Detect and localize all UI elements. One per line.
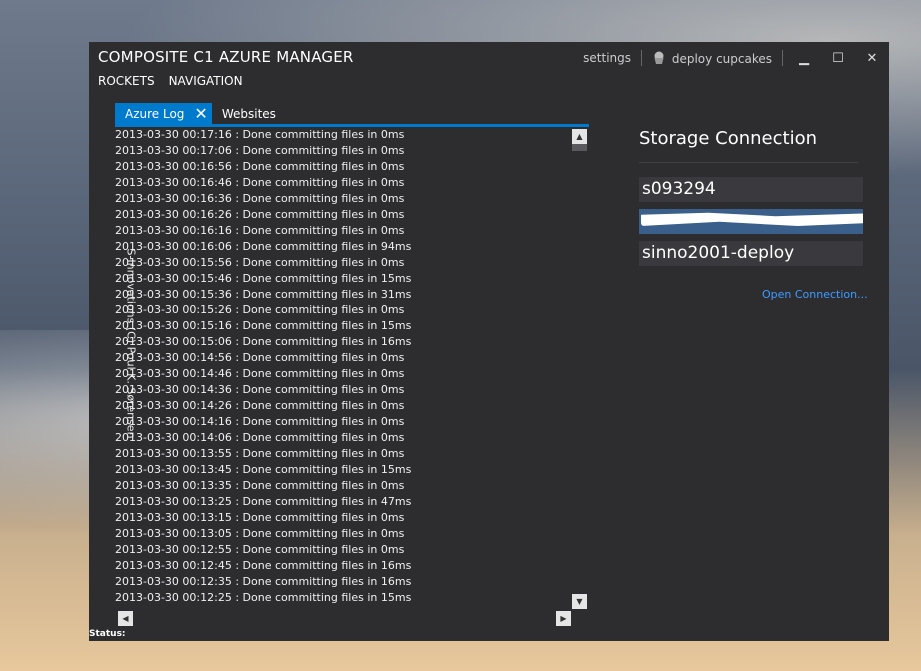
storage-connection-title: Storage Connection (639, 128, 817, 149)
log-entry: 2013-03-30 00:16:06 : Done committing fi… (115, 239, 412, 253)
tab-bar: Azure Log ✕ Websites (115, 103, 286, 124)
tab-azure-log[interactable]: Azure Log ✕ (115, 103, 212, 124)
container-field[interactable]: sinno2001-deploy (639, 241, 863, 266)
log-entry: 2013-03-30 00:12:55 : Done committing fi… (115, 542, 405, 556)
minimize-button[interactable]: ▁ (787, 51, 821, 66)
main-menu: ROCKETS NAVIGATION (98, 74, 243, 88)
settings-link[interactable]: settings (583, 51, 631, 65)
log-entry: 2013-03-30 00:14:56 : Done committing fi… (115, 351, 405, 365)
account-name-field[interactable]: s093294 (639, 177, 863, 202)
log-entry: 2013-03-30 00:13:05 : Done committing fi… (115, 526, 405, 540)
log-entry: 2013-03-30 00:15:16 : Done committing fi… (115, 319, 412, 333)
log-entry: 2013-03-30 00:16:26 : Done committing fi… (115, 207, 405, 221)
log-entry: 2013-03-30 00:15:26 : Done committing fi… (115, 303, 405, 317)
scroll-down-button[interactable]: ▼ (572, 594, 587, 609)
log-entry: 2013-03-30 00:16:46 : Done committing fi… (115, 175, 405, 189)
log-entry: 2013-03-30 00:13:55 : Done committing fi… (115, 447, 405, 461)
horizontal-scrollbar[interactable]: ◀ ▶ (115, 610, 571, 627)
log-entry: 2013-03-30 00:15:06 : Done committing fi… (115, 335, 412, 349)
log-list[interactable]: 2013-03-30 00:17:16 : Done committing fi… (115, 127, 570, 609)
log-entry: 2013-03-30 00:13:45 : Done committing fi… (115, 463, 412, 477)
close-tab-icon[interactable]: ✕ (194, 105, 207, 122)
deploy-cupcakes-label: deploy cupcakes (671, 51, 772, 66)
divider (639, 162, 858, 163)
log-entry: 2013-03-30 00:16:16 : Done committing fi… (115, 223, 405, 237)
log-entry: 2013-03-30 00:12:45 : Done committing fi… (115, 558, 412, 572)
log-entry: 2013-03-30 00:16:56 : Done committing fi… (115, 159, 405, 173)
log-entry: 2013-03-30 00:15:56 : Done committing fi… (115, 255, 405, 269)
divider (782, 50, 783, 66)
account-key-field[interactable] (639, 209, 863, 234)
log-entry: 2013-03-30 00:15:46 : Done committing fi… (115, 271, 412, 285)
menu-item-navigation[interactable]: NAVIGATION (169, 74, 243, 88)
app-title: COMPOSITE C1 AZURE MANAGER (98, 48, 354, 66)
status-label: Status: (89, 629, 126, 639)
log-entry: 2013-03-30 00:14:26 : Done committing fi… (115, 399, 405, 413)
window-controls: settings deploy cupcakes ▁ ☐ ✕ (577, 42, 889, 74)
scroll-up-button[interactable]: ▲ (572, 129, 587, 144)
log-entry: 2013-03-30 00:16:36 : Done committing fi… (115, 191, 405, 205)
log-entry: 2013-03-30 00:13:35 : Done committing fi… (115, 478, 405, 492)
log-entry: 2013-03-30 00:14:36 : Done committing fi… (115, 383, 405, 397)
vertical-scrollbar[interactable]: ▲ ▼ (571, 127, 588, 609)
log-entry: 2013-03-30 00:13:15 : Done committing fi… (115, 510, 405, 524)
log-entry: 2013-03-30 00:12:25 : Done committing fi… (115, 590, 412, 604)
log-entry: 2013-03-30 00:17:16 : Done committing fi… (115, 128, 405, 141)
log-entry: 2013-03-30 00:14:06 : Done committing fi… (115, 431, 405, 445)
cupcake-icon (654, 51, 664, 64)
close-button[interactable]: ✕ (855, 51, 889, 66)
tab-label: Azure Log (125, 106, 185, 121)
divider (641, 50, 643, 66)
scroll-left-button[interactable]: ◀ (118, 611, 133, 626)
scroll-right-button[interactable]: ▶ (556, 611, 571, 626)
log-entry: 2013-03-30 00:13:25 : Done committing fi… (115, 494, 412, 508)
log-entry: 2013-03-30 00:14:46 : Done committing fi… (115, 367, 405, 381)
redaction-mark (641, 212, 863, 226)
maximize-button[interactable]: ☐ (821, 51, 855, 66)
deploy-cupcakes-button[interactable]: deploy cupcakes (652, 51, 772, 66)
app-window: COMPOSITE C1 AZURE MANAGER settings depl… (89, 42, 889, 641)
log-entry: 2013-03-30 00:14:16 : Done committing fi… (115, 415, 405, 429)
log-entry: 2013-03-30 00:12:35 : Done committing fi… (115, 574, 412, 588)
log-entry: 2013-03-30 00:17:06 : Done committing fi… (115, 143, 405, 157)
log-entry: 2013-03-30 00:15:36 : Done committing fi… (115, 287, 412, 301)
tab-websites[interactable]: Websites (212, 103, 286, 124)
menu-item-rockets[interactable]: ROCKETS (98, 74, 155, 88)
open-connection-link[interactable]: Open Connection... (762, 288, 868, 301)
scroll-thumb[interactable] (572, 144, 587, 151)
